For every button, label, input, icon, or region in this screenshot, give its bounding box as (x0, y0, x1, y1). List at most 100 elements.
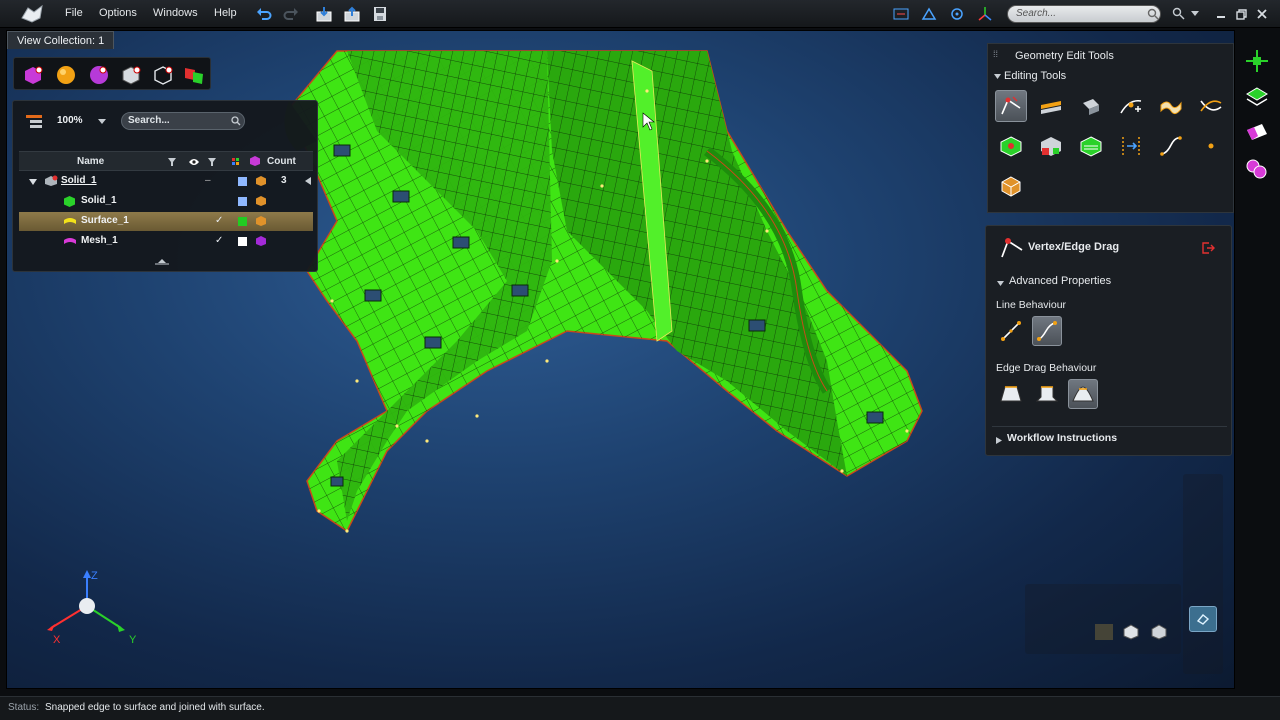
panel-grip-icon[interactable]: ⁞⁞ (993, 49, 998, 59)
zoom-dropdown-icon[interactable] (98, 116, 106, 128)
fit-view-icon[interactable] (892, 5, 910, 23)
axis-x-label: X (53, 634, 61, 646)
tree-view-icon[interactable] (25, 113, 47, 129)
color-swatch[interactable] (238, 217, 247, 226)
collapse-left-icon[interactable] (305, 176, 311, 188)
import-icon[interactable] (315, 5, 333, 23)
surface-offset-tool[interactable] (1035, 90, 1067, 122)
align-edges-tool[interactable] (1115, 130, 1147, 162)
purple-sphere-icon[interactable] (88, 64, 110, 86)
box-visibility-icon[interactable] (120, 64, 142, 86)
box-filter-icon[interactable] (1123, 624, 1139, 640)
visible-check-icon[interactable]: ✓ (215, 235, 223, 246)
column-name-header[interactable]: Name (77, 156, 104, 167)
tree-row-solid-root[interactable]: Solid_1 – 3 (19, 172, 313, 191)
panel-collapse-icon[interactable] (155, 256, 169, 268)
name-filter-icon[interactable] (168, 157, 176, 169)
draw-curve-tool[interactable] (1155, 130, 1187, 162)
solid-from-surface-tool[interactable] (995, 130, 1027, 162)
layer-icon[interactable] (1244, 84, 1270, 110)
box-alt-filter-icon[interactable] (1151, 624, 1167, 640)
point-tool[interactable] (1195, 130, 1227, 162)
workflow-expand-icon[interactable] (996, 435, 1002, 447)
column-count-header[interactable]: Count (267, 156, 296, 167)
mesh-cluster-icon[interactable] (1244, 156, 1270, 182)
export-icon[interactable] (343, 5, 361, 23)
advanced-properties-label[interactable]: Advanced Properties (1009, 275, 1111, 287)
view-collection-tab[interactable]: View Collection: 1 (7, 31, 115, 49)
type-column-icon[interactable] (249, 155, 261, 170)
restore-icon[interactable] (1232, 5, 1250, 23)
split-curve-tool[interactable] (1115, 90, 1147, 122)
menu-windows[interactable]: Windows (153, 7, 198, 19)
line-curve-option[interactable] (1032, 316, 1062, 346)
minimize-icon[interactable] (1212, 5, 1230, 23)
zoom-level: 100% (57, 115, 83, 126)
intersect-curves-tool[interactable] (1195, 90, 1227, 122)
tree-search-input[interactable]: Search... (121, 112, 245, 130)
redo-icon[interactable] (282, 5, 300, 23)
move-gizmo-icon[interactable] (1244, 48, 1270, 74)
workflow-instructions-label[interactable]: Workflow Instructions (1007, 432, 1117, 444)
tree-row-surface[interactable]: Surface_1 ✓ (19, 212, 313, 231)
tree-row-solid[interactable]: Solid_1 (19, 192, 313, 211)
geometry-panel-title: Geometry Edit Tools (1015, 50, 1114, 62)
model-tree-panel: 100% Search... Name Count Solid_1 – 3 So… (12, 100, 318, 272)
edge-drag-straight-option[interactable] (1032, 379, 1062, 409)
plane-icon[interactable] (1244, 120, 1270, 146)
exit-tool-icon[interactable] (1201, 241, 1215, 258)
mesh-to-solid-tool[interactable] (1035, 130, 1067, 162)
edge-drag-taper-option[interactable] (996, 379, 1026, 409)
color-swatch[interactable] (238, 177, 247, 186)
flag-icon[interactable] (182, 64, 206, 86)
line-straight-option[interactable] (996, 316, 1026, 346)
color-swatch[interactable] (238, 237, 247, 246)
wavy-surface-tool[interactable] (1155, 90, 1187, 122)
edge-drag-smooth-option[interactable] (1068, 379, 1098, 409)
visibility-mixed-icon[interactable]: – (205, 175, 211, 186)
axis-triad-icon[interactable] (976, 5, 994, 23)
status-bar: Status: Snapped edge to surface and join… (0, 696, 1280, 720)
menu-help[interactable]: Help (214, 7, 237, 19)
visibility-eye-icon[interactable] (188, 157, 200, 169)
hexagon-solid-tool[interactable] (995, 170, 1027, 202)
close-icon[interactable] (1253, 5, 1271, 23)
side-tool-strip (1240, 40, 1274, 190)
menu-file[interactable]: File (65, 7, 83, 19)
sphere-icon[interactable] (55, 64, 77, 86)
rotate-view-icon[interactable] (948, 5, 966, 23)
save-icon[interactable] (371, 5, 389, 23)
undo-icon[interactable] (255, 5, 273, 23)
color-column-icon[interactable] (232, 157, 240, 169)
menu-options[interactable]: Options (99, 7, 137, 19)
view-box-icon[interactable] (920, 5, 938, 23)
edge-select-mode-icon[interactable] (1189, 606, 1217, 632)
surface-icon (63, 216, 77, 230)
chevron-down-icon[interactable] (1186, 5, 1204, 23)
global-search-input[interactable]: Search... (1007, 5, 1161, 23)
layered-solid-tool[interactable] (1075, 130, 1107, 162)
view-mode-toolbar (1183, 474, 1223, 674)
solid-filter-icon[interactable] (1095, 624, 1113, 640)
app-logo-icon[interactable] (20, 3, 44, 25)
entity-type-toolbar (13, 57, 211, 90)
axis-z-label: Z (91, 570, 98, 582)
search-icon[interactable] (1146, 6, 1160, 22)
tree-row-count: 3 (281, 175, 287, 186)
tree-row-mesh[interactable]: Mesh_1 ✓ (19, 232, 313, 251)
visibility-filter-icon[interactable] (208, 157, 216, 169)
advanced-collapse-icon[interactable] (997, 278, 1004, 290)
color-swatch[interactable] (238, 197, 247, 206)
solid-visibility-icon[interactable] (22, 64, 44, 86)
tree-row-label: Solid_1 (61, 175, 97, 186)
vertex-edge-drag-tool[interactable] (995, 90, 1027, 122)
mesh-type-icon (255, 235, 267, 250)
face-extrude-tool[interactable] (1075, 90, 1107, 122)
tree-search-icon[interactable] (231, 116, 241, 129)
expand-arrow-icon[interactable] (29, 177, 37, 189)
section-collapse-icon[interactable] (994, 71, 1001, 83)
tree-row-label: Surface_1 (81, 215, 129, 226)
wire-box-icon[interactable] (152, 64, 174, 86)
visible-check-icon[interactable]: ✓ (215, 215, 223, 226)
editing-tools-label: Editing Tools (1004, 70, 1067, 82)
